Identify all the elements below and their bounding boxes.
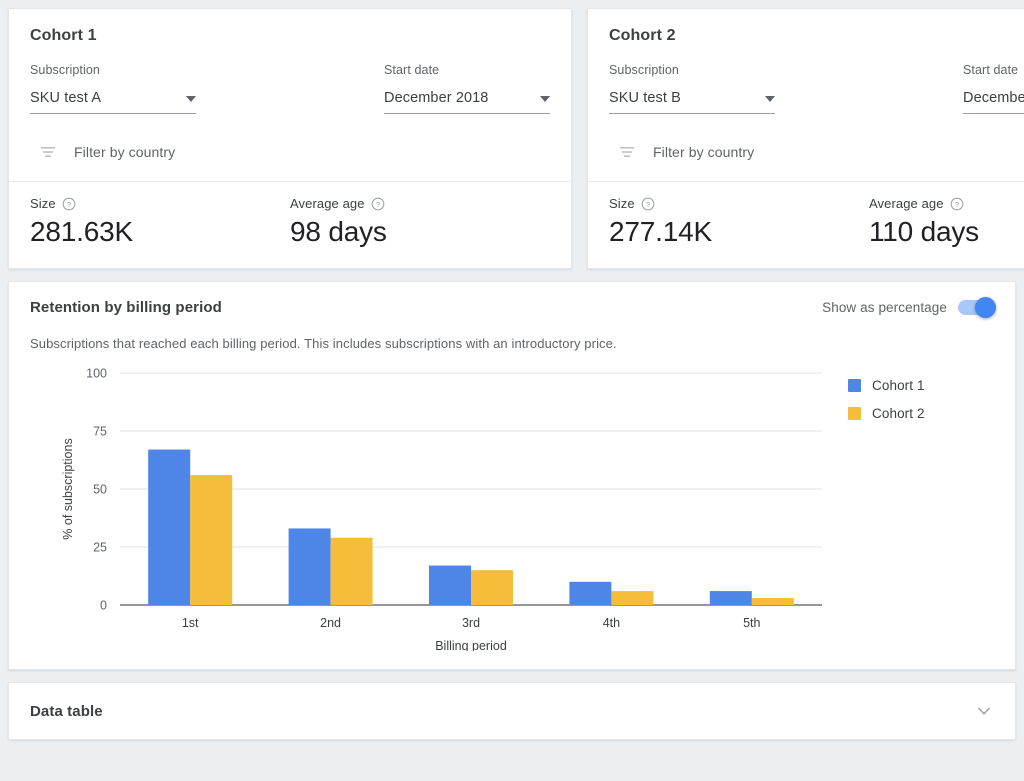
cohort-2-filter-label: Filter by country (653, 144, 755, 160)
cohort-1-card: Cohort 1 Subscription SKU test A Start d… (8, 8, 572, 269)
show-as-percentage-label: Show as percentage (822, 300, 947, 315)
legend-item-cohort-1[interactable]: Cohort 1 (848, 371, 925, 399)
cohort-2-metrics: Size ? 277.14K Average age ? 110 days (588, 181, 1024, 268)
cohort-1-subscription-value: SKU test A (30, 90, 102, 106)
cohort-1-subscription-select[interactable]: SKU test A (30, 90, 196, 114)
chart-header: Retention by billing period Show as perc… (30, 297, 996, 318)
chart-legend: Cohort 1 Cohort 2 (848, 371, 925, 427)
legend-label-cohort-1: Cohort 1 (872, 377, 925, 393)
chevron-down-icon[interactable] (974, 701, 994, 721)
cohort-2-avgage-head: Average age ? (869, 196, 1024, 211)
cohort-1-size-metric: Size ? 281.63K (30, 196, 290, 249)
cohort-1-fields: Subscription SKU test A Start date Decem… (30, 63, 550, 114)
cohort-1-title: Cohort 1 (30, 27, 97, 44)
data-table-card[interactable]: Data table (8, 682, 1016, 740)
svg-text:2nd: 2nd (320, 616, 341, 630)
cohort-2-subscription-select[interactable]: SKU test B (609, 90, 775, 114)
svg-text:3rd: 3rd (462, 616, 480, 630)
cohort-1-size-value: 281.63K (30, 216, 133, 247)
cohort-2-startdate-select[interactable]: December 2018 (963, 90, 1024, 114)
svg-text:?: ? (646, 199, 650, 208)
cohort-2-fields: Subscription SKU test B Start date Decem… (609, 63, 1024, 114)
help-circle-icon[interactable]: ? (62, 197, 76, 211)
cohort-2-avgage-label: Average age (869, 196, 944, 211)
help-circle-icon[interactable]: ? (371, 197, 385, 211)
cohort-2-subscription-label: Subscription (609, 63, 679, 77)
svg-text:Billing period: Billing period (435, 639, 507, 651)
cohort-cards-row: Cohort 1 Subscription SKU test A Start d… (8, 8, 1024, 269)
cohort-2-title: Cohort 2 (609, 27, 676, 44)
cohort-2-startdate-label: Start date (963, 63, 1019, 77)
svg-text:4th: 4th (603, 616, 620, 630)
chevron-down-icon (540, 96, 550, 102)
cohort-1-avgage-value: 98 days (290, 216, 387, 247)
cohort-1-subscription-field: Subscription SKU test A (30, 63, 196, 114)
cohort-1-startdate-label: Start date (384, 63, 440, 77)
toggle-switch[interactable] (958, 297, 996, 318)
cohort-1-size-head: Size ? (30, 196, 290, 211)
legend-swatch-cohort-2 (848, 406, 861, 420)
chart-subtitle: Subscriptions that reached each billing … (30, 336, 617, 351)
filter-icon (620, 147, 634, 157)
cohort-2-startdate-field: Start date December 2018 (963, 63, 1024, 114)
cohort-2-avgage-value: 110 days (869, 216, 979, 247)
cohort-1-startdate-select[interactable]: December 2018 (384, 90, 550, 114)
cohort-2-subscription-value: SKU test B (609, 90, 681, 106)
cohort-1-avgage-head: Average age ? (290, 196, 550, 211)
cohort-2-startdate-value: December 2018 (963, 90, 1024, 106)
chart-title: Retention by billing period (30, 299, 222, 316)
cohort-2-field-spacer (775, 63, 963, 114)
legend-item-cohort-2[interactable]: Cohort 2 (848, 399, 925, 427)
cohort-1-subscription-label: Subscription (30, 63, 100, 77)
cohort-2-size-label: Size (609, 196, 635, 211)
cohort-2-card: Cohort 2 Subscription SKU test B Start d… (587, 8, 1024, 269)
show-as-percentage-toggle[interactable]: Show as percentage (822, 297, 996, 318)
svg-text:% of subscriptions: % of subscriptions (61, 438, 75, 539)
cohort-2-size-metric: Size ? 277.14K (609, 196, 869, 249)
cohort-1-startdate-value: December 2018 (384, 90, 489, 106)
chart-plot-area: 0 25 50 75 100 % of subscriptions 1st 2nd 3rd 4th… (30, 361, 994, 661)
cohort-2-size-value: 277.14K (609, 216, 712, 247)
chevron-down-icon (186, 96, 196, 102)
cohort-1-filter-label: Filter by country (74, 144, 176, 160)
svg-text:?: ? (954, 199, 958, 208)
svg-text:50: 50 (93, 483, 107, 497)
help-circle-icon[interactable]: ? (950, 197, 964, 211)
legend-swatch-cohort-1 (848, 378, 861, 392)
cohort-2-size-head: Size ? (609, 196, 869, 211)
help-circle-icon[interactable]: ? (641, 197, 655, 211)
filter-icon (41, 147, 55, 157)
cohort-1-startdate-field: Start date December 2018 (384, 63, 550, 114)
cohort-1-config: Cohort 1 Subscription SKU test A Start d… (9, 9, 571, 181)
retention-chart-card: Retention by billing period Show as perc… (8, 281, 1016, 670)
data-table-title: Data table (30, 702, 103, 720)
legend-label-cohort-2: Cohort 2 (872, 405, 925, 421)
svg-text:5th: 5th (743, 616, 760, 630)
cohort-2-avgage-metric: Average age ? 110 days (869, 196, 1024, 249)
svg-text:25: 25 (93, 541, 107, 555)
svg-text:100: 100 (86, 367, 107, 381)
svg-text:?: ? (67, 199, 71, 208)
svg-text:0: 0 (100, 599, 107, 613)
cohort-2-config: Cohort 2 Subscription SKU test B Start d… (588, 9, 1024, 181)
cohort-2-subscription-field: Subscription SKU test B (609, 63, 775, 114)
toggle-knob (975, 297, 996, 318)
chevron-down-icon (765, 96, 775, 102)
cohort-1-field-spacer (196, 63, 384, 114)
cohort-2-filter-by-country[interactable]: Filter by country (609, 143, 1024, 161)
svg-text:1st: 1st (182, 616, 199, 630)
cohort-1-metrics: Size ? 281.63K Average age ? 98 days (9, 181, 571, 268)
svg-text:75: 75 (93, 425, 107, 439)
cohort-1-size-label: Size (30, 196, 56, 211)
svg-text:?: ? (375, 199, 379, 208)
cohort-1-filter-by-country[interactable]: Filter by country (30, 143, 550, 161)
cohort-1-avgage-label: Average age (290, 196, 365, 211)
cohort-1-avgage-metric: Average age ? 98 days (290, 196, 550, 249)
